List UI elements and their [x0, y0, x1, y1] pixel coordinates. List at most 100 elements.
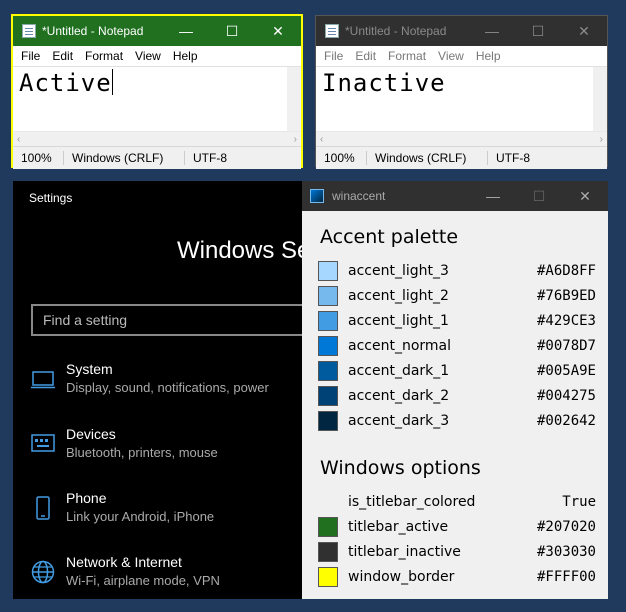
winaccent-titlebar[interactable]: winaccent — ☐ ✕	[302, 181, 608, 211]
option-row: titlebar_active #207020	[318, 517, 608, 537]
category-name: Devices	[66, 426, 116, 442]
scroll-left-icon[interactable]: ‹	[320, 134, 323, 145]
monitor-icon	[31, 371, 55, 389]
category-desc: Display, sound, notifications, power	[66, 380, 269, 395]
category-name: Network & Internet	[66, 554, 182, 570]
window-title: *Untitled - Notepad	[345, 24, 447, 38]
color-swatch	[318, 286, 338, 306]
editor-content: Inactive	[322, 69, 446, 97]
option-value: True	[562, 494, 596, 510]
palette-key: accent_light_2	[348, 288, 449, 304]
notepad-active-titlebar[interactable]: *Untitled - Notepad — ☐ ✕	[13, 16, 301, 46]
keyboard-icon	[31, 434, 55, 452]
close-button[interactable]: ✕	[255, 16, 301, 46]
menu-file[interactable]: File	[15, 49, 46, 63]
line-ending: Windows (CRLF)	[63, 151, 184, 165]
palette-row: accent_dark_1 #005A9E	[318, 361, 608, 381]
minimize-button[interactable]: —	[469, 16, 515, 46]
winaccent-icon	[310, 189, 324, 203]
minimize-button[interactable]: —	[470, 181, 516, 211]
close-button[interactable]: ✕	[562, 181, 608, 211]
palette-row: accent_dark_3 #002642	[318, 411, 608, 431]
option-row: is_titlebar_colored True	[318, 492, 608, 512]
option-key: titlebar_active	[348, 519, 449, 535]
text-editor[interactable]: Active	[13, 66, 301, 131]
color-swatch	[318, 411, 338, 431]
palette-key: accent_normal	[348, 338, 452, 354]
scroll-right-icon[interactable]: ›	[600, 134, 603, 145]
minimize-button[interactable]: —	[163, 16, 209, 46]
close-button[interactable]: ✕	[561, 16, 607, 46]
palette-key: accent_dark_3	[348, 413, 450, 429]
menu-edit[interactable]: Edit	[46, 49, 79, 63]
notepad-icon	[325, 24, 339, 38]
palette-value: #76B9ED	[536, 288, 596, 304]
maximize-button[interactable]: ☐	[516, 181, 562, 211]
vertical-scrollbar[interactable]	[287, 67, 301, 131]
category-name: Phone	[66, 490, 107, 506]
vertical-scrollbar[interactable]	[593, 67, 607, 131]
encoding: UTF-8	[487, 151, 538, 165]
category-desc: Link your Android, iPhone	[66, 509, 215, 524]
scroll-right-icon[interactable]: ›	[294, 134, 297, 145]
maximize-button[interactable]: ☐	[515, 16, 561, 46]
menu-edit[interactable]: Edit	[349, 49, 382, 63]
category-system[interactable]: System Display, sound, notifications, po…	[31, 361, 308, 401]
palette-key: accent_light_3	[348, 263, 449, 279]
color-swatch	[318, 517, 338, 537]
option-key: is_titlebar_colored	[348, 494, 476, 510]
notepad-inactive-titlebar[interactable]: *Untitled - Notepad — ☐ ✕	[316, 16, 607, 46]
maximize-button[interactable]: ☐	[209, 16, 255, 46]
color-swatch	[318, 361, 338, 381]
phone-icon	[36, 496, 50, 520]
status-bar: 100% Windows (CRLF) UTF-8	[316, 146, 607, 169]
color-swatch	[318, 542, 338, 562]
palette-value: #429CE3	[536, 313, 596, 329]
notepad-icon	[22, 24, 36, 38]
menu-bar: File Edit Format View Help	[13, 46, 301, 66]
horizontal-scrollbar[interactable]: ‹ ›	[316, 131, 607, 146]
options-heading: Windows options	[320, 457, 481, 479]
color-swatch	[318, 386, 338, 406]
scroll-left-icon[interactable]: ‹	[17, 134, 20, 145]
menu-help[interactable]: Help	[167, 49, 204, 63]
globe-icon	[31, 560, 55, 584]
settings-title: Settings	[29, 191, 73, 205]
category-devices[interactable]: Devices Bluetooth, printers, mouse	[31, 426, 308, 466]
menu-view[interactable]: View	[432, 49, 470, 63]
horizontal-scrollbar[interactable]: ‹ ›	[13, 131, 301, 146]
palette-value: #A6D8FF	[536, 263, 596, 279]
category-network[interactable]: Network & Internet Wi-Fi, airplane mode,…	[31, 554, 308, 594]
notepad-inactive-window: *Untitled - Notepad — ☐ ✕ File Edit Form…	[315, 15, 608, 169]
menu-view[interactable]: View	[129, 49, 167, 63]
palette-heading: Accent palette	[320, 226, 459, 248]
category-desc: Bluetooth, printers, mouse	[66, 445, 218, 460]
option-value: #303030	[536, 544, 596, 560]
menu-format[interactable]: Format	[382, 49, 432, 63]
zoom-level: 100%	[324, 151, 355, 165]
menu-help[interactable]: Help	[470, 49, 507, 63]
menu-format[interactable]: Format	[79, 49, 129, 63]
settings-window: Settings Windows Settings Find a setting…	[13, 181, 308, 599]
color-swatch	[318, 336, 338, 356]
color-swatch	[318, 567, 338, 587]
palette-key: accent_dark_1	[348, 363, 450, 379]
palette-value: #004275	[536, 388, 596, 404]
menu-bar: File Edit Format View Help	[316, 46, 607, 66]
palette-row: accent_normal #0078D7	[318, 336, 608, 356]
search-input[interactable]: Find a setting	[31, 304, 308, 336]
page-title: Windows Settings	[177, 237, 308, 264]
window-title: *Untitled - Notepad	[42, 24, 144, 38]
palette-value: #0078D7	[536, 338, 596, 354]
option-key: window_border	[348, 569, 455, 585]
palette-value: #002642	[536, 413, 596, 429]
window-title: winaccent	[332, 189, 386, 203]
option-key: titlebar_inactive	[348, 544, 461, 560]
category-phone[interactable]: Phone Link your Android, iPhone	[31, 490, 308, 530]
palette-row: accent_light_3 #A6D8FF	[318, 261, 608, 281]
palette-key: accent_dark_2	[348, 388, 450, 404]
palette-row: accent_light_1 #429CE3	[318, 311, 608, 331]
menu-file[interactable]: File	[318, 49, 349, 63]
text-editor[interactable]: Inactive	[316, 66, 607, 131]
palette-value: #005A9E	[536, 363, 596, 379]
